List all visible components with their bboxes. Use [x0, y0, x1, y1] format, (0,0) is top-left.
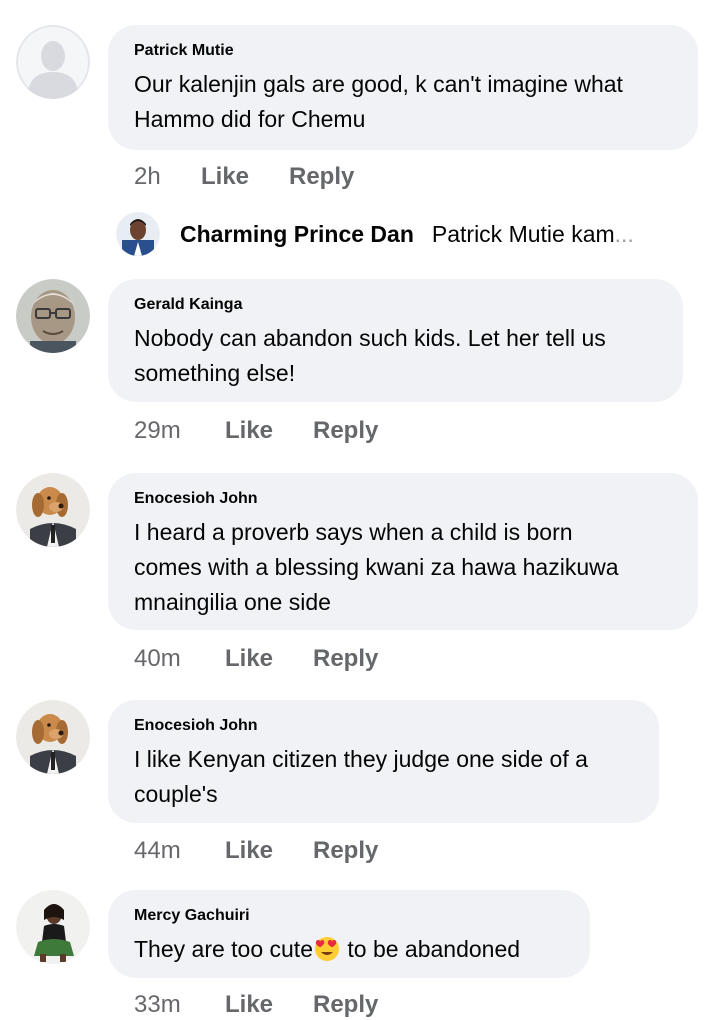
comment-text: I like Kenyan citizen they judge one sid…	[134, 746, 588, 807]
like-button[interactable]: Like	[225, 990, 313, 1020]
reply-button[interactable]: Reply	[313, 836, 378, 866]
comment-text: They are too cute to be abandoned	[134, 932, 564, 967]
default-profile-icon[interactable]	[16, 25, 90, 99]
heart-eyes-emoji	[313, 935, 341, 961]
reply-text: Patrick Mutie kam	[431, 220, 615, 247]
comment-actions: 33m Like Reply	[134, 990, 378, 1020]
comment-bubble[interactable]: Enocesioh John I like Kenyan citizen the…	[108, 700, 659, 823]
comment-bubble[interactable]: Mercy Gachuiri They are too cute to be a…	[108, 890, 590, 978]
comment-time[interactable]: 44m	[134, 836, 225, 866]
comment-text-part: They are too cute	[134, 936, 313, 962]
comment-author[interactable]: Patrick Mutie	[134, 41, 672, 61]
prince-dan-avatar[interactable]	[116, 212, 160, 256]
like-button[interactable]: Like	[225, 416, 313, 446]
comment-time[interactable]: 2h	[134, 162, 201, 192]
like-button[interactable]: Like	[225, 836, 313, 866]
comment-bubble[interactable]: Patrick Mutie Our kalenjin gals are good…	[108, 25, 698, 150]
comment-actions: 44m Like Reply	[134, 836, 378, 866]
comment-text: Nobody can abandon such kids. Let her te…	[134, 325, 606, 386]
comment-author[interactable]: Enocesioh John	[134, 716, 633, 736]
mercy-avatar[interactable]	[16, 890, 90, 964]
comment-actions: 29m Like Reply	[134, 416, 378, 446]
comment-time[interactable]: 29m	[134, 416, 225, 446]
comment-actions: 2h Like Reply	[134, 162, 354, 192]
comment-author[interactable]: Enocesioh John	[134, 489, 672, 509]
gerald-avatar[interactable]	[16, 279, 90, 353]
reply-ellipsis: ...	[614, 220, 634, 247]
dog-in-suit-avatar[interactable]	[16, 700, 90, 774]
reply-preview[interactable]: Charming Prince Dan Patrick Mutie kam...	[116, 211, 634, 257]
comment-author[interactable]: Gerald Kainga	[134, 295, 657, 315]
reply-button[interactable]: Reply	[313, 416, 378, 446]
comment-text-part: to be abandoned	[341, 936, 521, 962]
reply-author[interactable]: Charming Prince Dan	[180, 221, 414, 248]
comment-text: I heard a proverb says when a child is b…	[134, 519, 619, 615]
comment-author[interactable]: Mercy Gachuiri	[134, 906, 564, 926]
comment-text: Our kalenjin gals are good, k can't imag…	[134, 71, 623, 132]
dog-in-suit-avatar[interactable]	[16, 473, 90, 547]
comment-time[interactable]: 40m	[134, 644, 225, 674]
like-button[interactable]: Like	[225, 644, 313, 674]
reply-button[interactable]: Reply	[313, 644, 378, 674]
reply-button[interactable]: Reply	[313, 990, 378, 1020]
comment-bubble[interactable]: Gerald Kainga Nobody can abandon such ki…	[108, 279, 683, 402]
comment-bubble[interactable]: Enocesioh John I heard a proverb says wh…	[108, 473, 698, 630]
like-button[interactable]: Like	[201, 162, 289, 192]
comment-time[interactable]: 33m	[134, 990, 225, 1020]
reply-button[interactable]: Reply	[289, 162, 354, 192]
comment-actions: 40m Like Reply	[134, 644, 378, 674]
